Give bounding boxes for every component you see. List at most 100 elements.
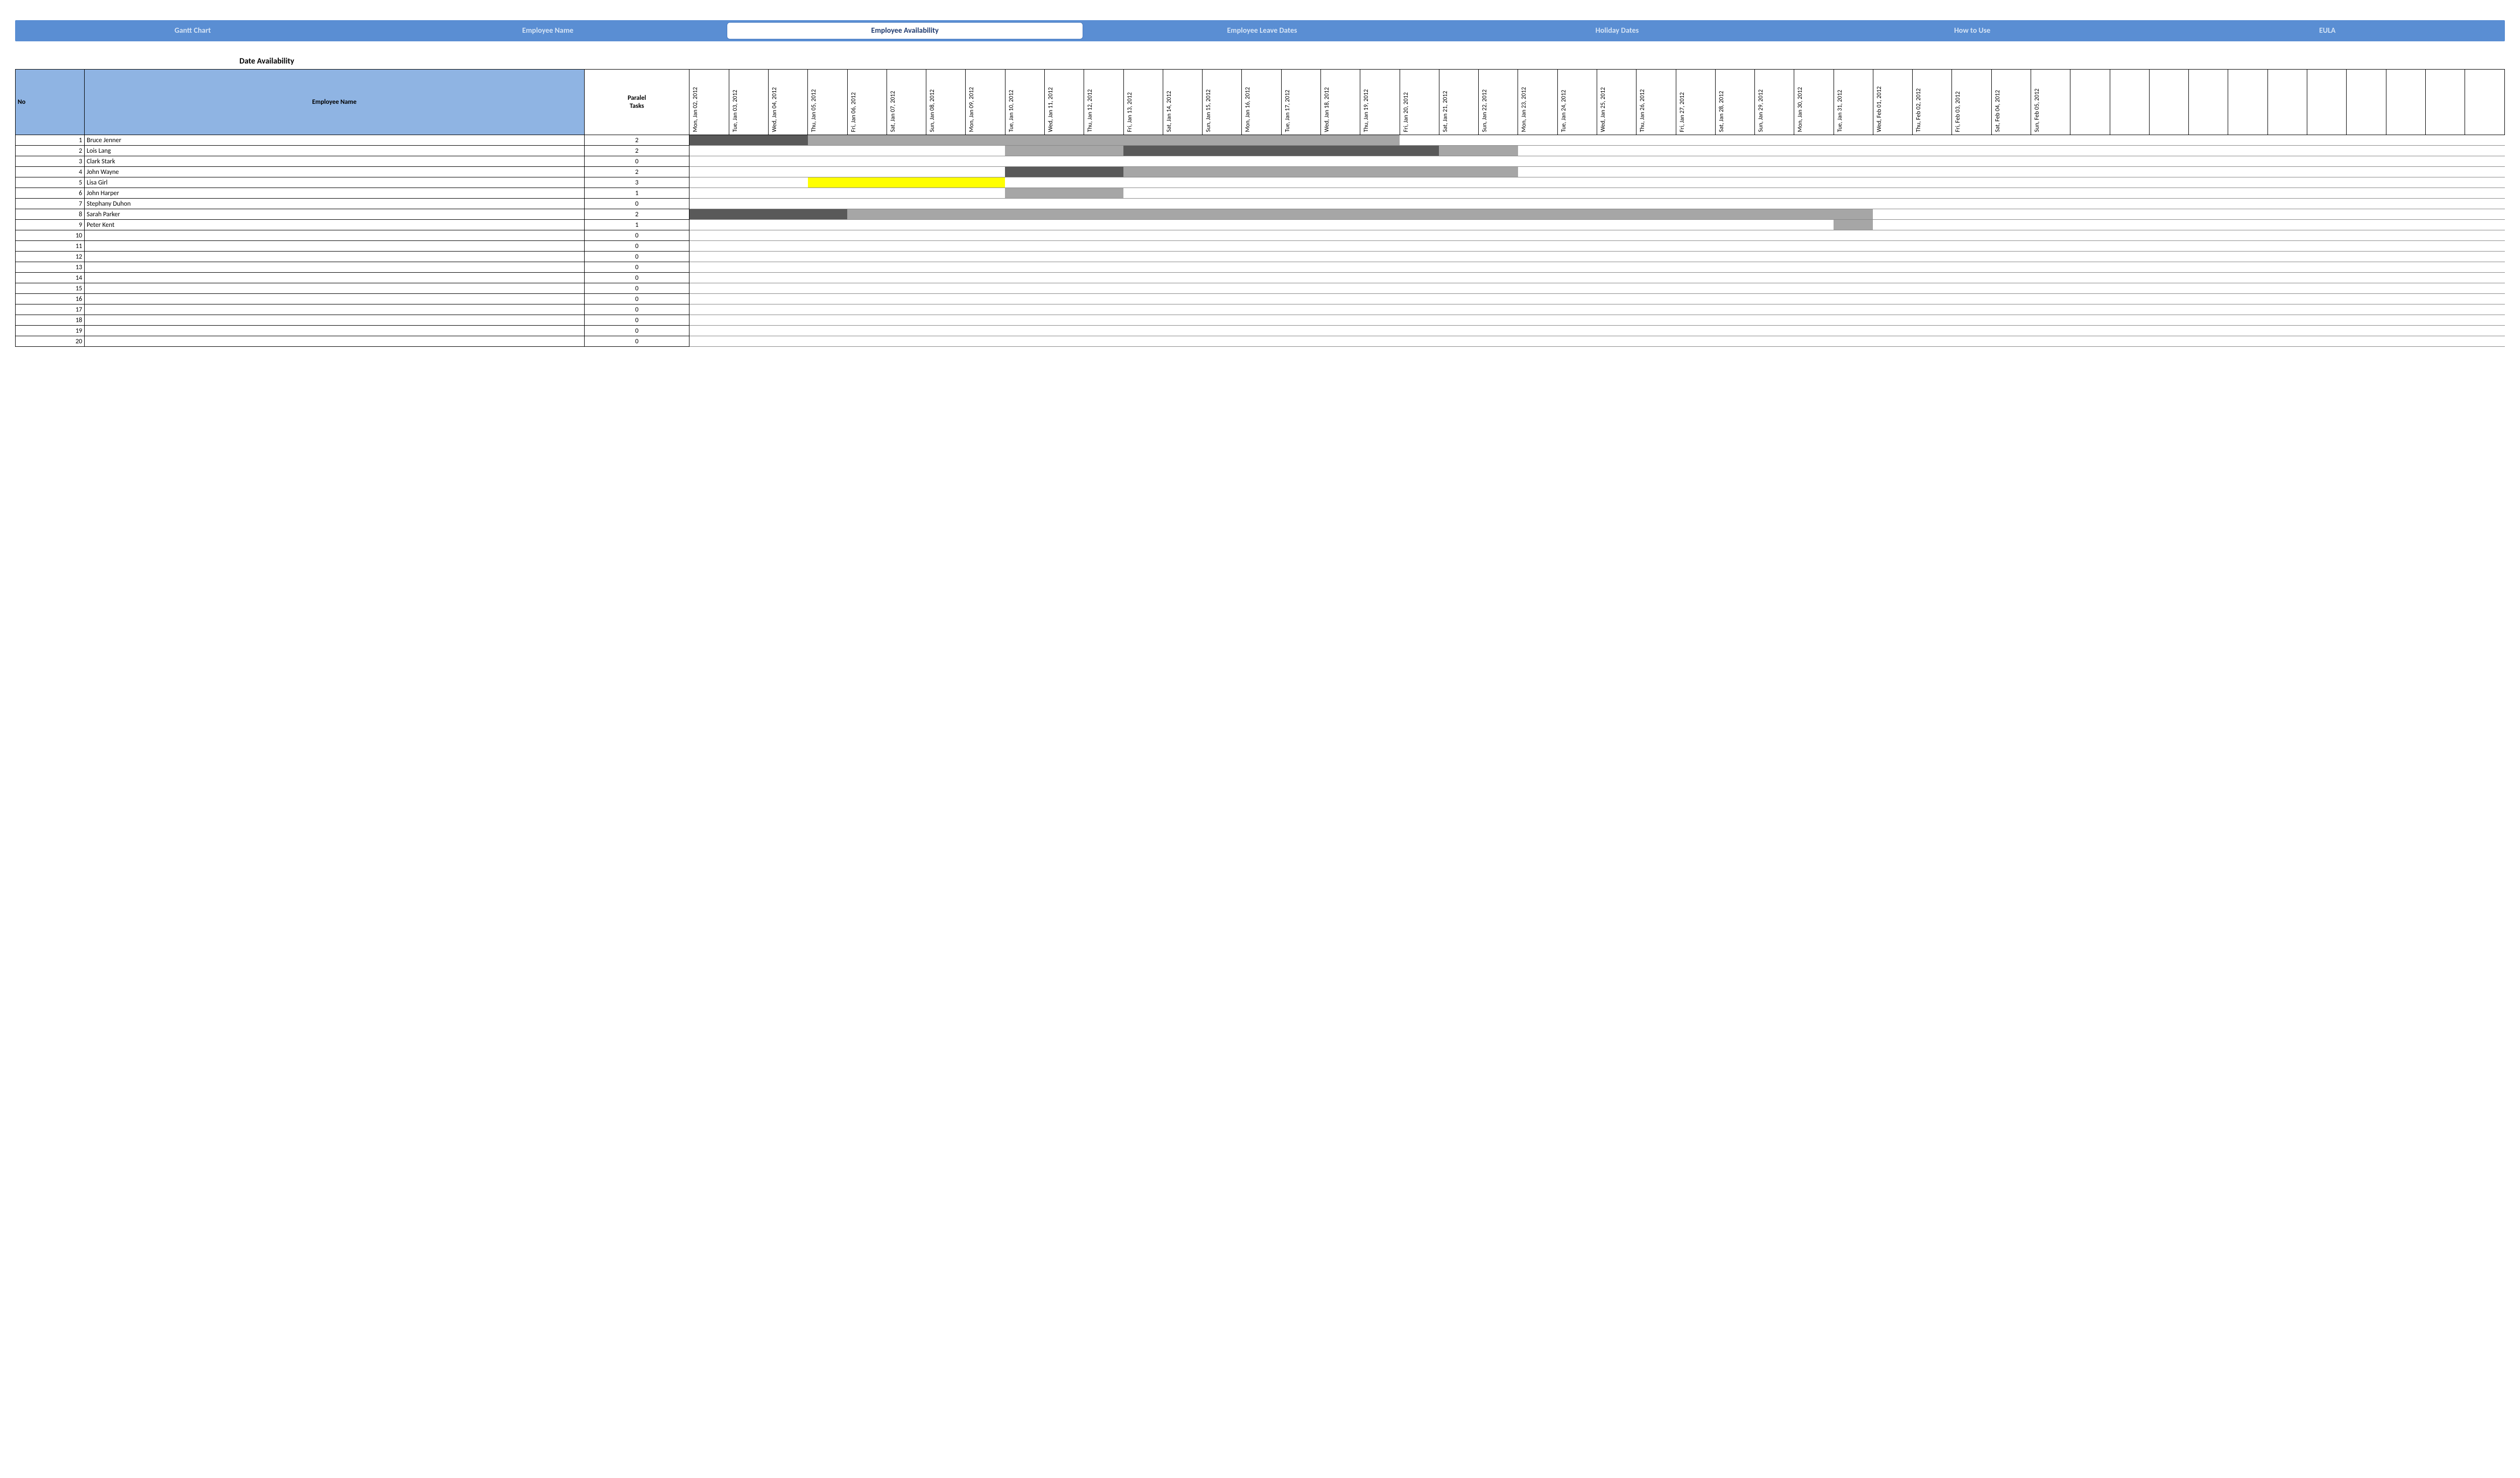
gantt-cell <box>847 241 887 252</box>
gantt-cell <box>1360 220 1400 230</box>
gantt-cell <box>2149 199 2188 209</box>
gantt-cell <box>1794 146 1834 156</box>
nav-tab-gantt-chart[interactable]: Gantt Chart <box>15 21 370 40</box>
availability-table: NoEmployee NameParalelTasksMon, Jan 02, … <box>15 69 2505 347</box>
gantt-cell <box>1834 315 1873 326</box>
gantt-cell <box>2228 230 2267 241</box>
nav-tab-how-to-use[interactable]: How to Use <box>1795 21 2150 40</box>
gantt-cell <box>2070 262 2110 273</box>
gantt-cell <box>1557 336 1597 347</box>
gantt-cell <box>2307 220 2347 230</box>
gantt-cell <box>926 273 966 283</box>
gantt-cell <box>1676 315 1715 326</box>
gantt-cell <box>1755 241 1794 252</box>
gantt-cell <box>2228 273 2267 283</box>
gantt-cell <box>1991 209 2031 220</box>
gantt-cell <box>808 188 847 199</box>
gantt-cell <box>1952 273 1991 283</box>
gantt-cell <box>887 220 926 230</box>
gantt-cell <box>1676 188 1715 199</box>
nav-tab-employee-availability[interactable]: Employee Availability <box>727 22 1083 39</box>
gantt-cell <box>847 167 887 177</box>
gantt-cell <box>2267 283 2307 294</box>
gantt-cell <box>1242 304 1281 315</box>
nav-tab-employee-leave-dates[interactable]: Employee Leave Dates <box>1085 21 1440 40</box>
gantt-cell <box>1320 188 1360 199</box>
gantt-cell <box>808 283 847 294</box>
gantt-cell <box>1755 283 1794 294</box>
gantt-cell <box>1439 199 1478 209</box>
gantt-cell <box>1084 304 1123 315</box>
cell-employee-name <box>85 252 585 262</box>
gantt-cell <box>769 209 808 220</box>
gantt-cell <box>1203 336 1242 347</box>
gantt-cell <box>2228 315 2267 326</box>
gantt-cell <box>1715 167 1754 177</box>
gantt-cell <box>1636 156 1676 167</box>
gantt-cell <box>1518 252 1557 262</box>
gantt-cell <box>1400 262 1439 273</box>
gantt-cell <box>1203 241 1242 252</box>
gantt-cell <box>1755 220 1794 230</box>
gantt-cell <box>1281 336 1320 347</box>
gantt-cell <box>1479 220 1518 230</box>
gantt-cell <box>1360 135 1400 146</box>
gantt-cell <box>1163 146 1202 156</box>
header-date-col: Thu, Feb 02, 2012 <box>1913 70 1952 135</box>
gantt-cell <box>1636 177 1676 188</box>
nav-tab-employee-name[interactable]: Employee Name <box>370 21 726 40</box>
gantt-cell <box>1834 167 1873 177</box>
gantt-cell <box>1123 188 1163 199</box>
gantt-cell <box>887 167 926 177</box>
gantt-cell <box>1281 146 1320 156</box>
gantt-cell <box>1439 304 1478 315</box>
gantt-cell <box>1242 294 1281 304</box>
gantt-cell <box>1360 241 1400 252</box>
gantt-cell <box>1163 220 1202 230</box>
gantt-cell <box>1242 156 1281 167</box>
gantt-cell <box>1834 188 1873 199</box>
cell-paralel-tasks: 0 <box>584 230 689 241</box>
gantt-cell <box>1873 315 1912 326</box>
cell-employee-name <box>85 294 585 304</box>
nav-tab-holiday-dates[interactable]: Holiday Dates <box>1439 21 1795 40</box>
gantt-cell <box>1439 135 1478 146</box>
cell-no: 16 <box>16 294 85 304</box>
gantt-cell <box>1045 209 1084 220</box>
gantt-cell <box>1400 326 1439 336</box>
gantt-cell <box>2386 273 2425 283</box>
gantt-cell <box>2267 167 2307 177</box>
gantt-cell <box>1597 283 1636 294</box>
gantt-cell <box>1991 199 2031 209</box>
gantt-cell <box>1005 220 1044 230</box>
gantt-cell <box>2347 326 2386 336</box>
gantt-cell <box>1676 209 1715 220</box>
gantt-cell <box>1834 220 1873 230</box>
gantt-cell <box>1400 294 1439 304</box>
gantt-cell <box>1163 156 1202 167</box>
gantt-cell <box>2070 135 2110 146</box>
gantt-cell <box>2110 315 2149 326</box>
gantt-cell <box>1794 252 1834 262</box>
gantt-cell <box>2031 283 2070 294</box>
date-label: Sat, Jan 21, 2012 <box>1442 72 1449 132</box>
gantt-cell <box>1084 177 1123 188</box>
gantt-cell <box>2149 262 2188 273</box>
gantt-cell <box>1952 188 1991 199</box>
gantt-cell <box>1123 252 1163 262</box>
gantt-cell <box>1400 135 1439 146</box>
gantt-cell <box>1755 262 1794 273</box>
gantt-cell <box>1045 283 1084 294</box>
gantt-cell <box>887 336 926 347</box>
gantt-cell <box>689 294 729 304</box>
gantt-cell <box>1518 241 1557 252</box>
gantt-cell <box>2110 241 2149 252</box>
nav-tab-eula[interactable]: EULA <box>2150 21 2505 40</box>
gantt-cell <box>2307 315 2347 326</box>
gantt-cell <box>1123 220 1163 230</box>
cell-employee-name: John Wayne <box>85 167 585 177</box>
gantt-cell <box>1636 230 1676 241</box>
gantt-cell <box>926 135 966 146</box>
gantt-cell <box>926 146 966 156</box>
gantt-cell <box>769 241 808 252</box>
